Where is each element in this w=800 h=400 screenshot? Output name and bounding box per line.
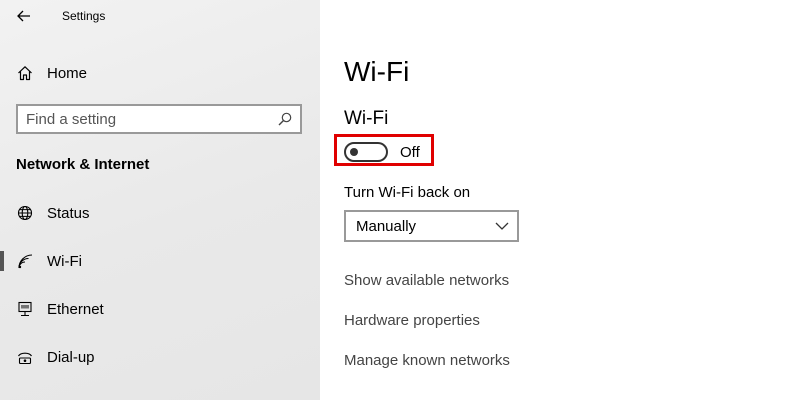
manage-known-networks-link[interactable]: Manage known networks xyxy=(344,352,510,369)
back-arrow-icon xyxy=(17,10,30,22)
hardware-properties-link[interactable]: Hardware properties xyxy=(344,312,480,329)
chevron-down-icon xyxy=(495,222,509,230)
sidebar: Settings Home Network & Internet xyxy=(0,0,320,400)
sidebar-item-dial-up[interactable]: Dial-up xyxy=(0,337,320,377)
main-content: Wi-Fi Wi-Fi Off Turn Wi-Fi back on Manua… xyxy=(320,0,800,400)
sidebar-item-status[interactable]: Status xyxy=(0,193,320,233)
sidebar-item-home[interactable]: Home xyxy=(0,53,320,93)
sidebar-item-label: Status xyxy=(47,204,90,222)
dial-up-icon xyxy=(16,348,34,366)
wifi-icon xyxy=(16,252,34,270)
section-heading: Network & Internet xyxy=(16,156,150,173)
search-input[interactable] xyxy=(26,110,266,128)
sidebar-item-label: Wi-Fi xyxy=(47,252,82,270)
sidebar-item-ethernet[interactable]: Ethernet xyxy=(0,289,320,329)
turn-back-on-dropdown[interactable]: Manually xyxy=(344,210,519,242)
wifi-toggle[interactable] xyxy=(344,142,388,162)
back-button[interactable] xyxy=(10,4,38,28)
toggle-state-label: Off xyxy=(400,144,420,161)
settings-window: Settings Home Network & Internet xyxy=(0,0,800,400)
globe-icon xyxy=(16,204,34,222)
dropdown-value: Manually xyxy=(356,218,417,235)
ethernet-icon xyxy=(16,300,34,318)
app-title: Settings xyxy=(62,9,106,23)
sidebar-item-label: Ethernet xyxy=(47,300,104,318)
wifi-heading: Wi-Fi xyxy=(344,108,389,129)
toggle-knob xyxy=(350,148,358,156)
sidebar-item-wifi[interactable]: Wi-Fi xyxy=(0,241,320,281)
title-bar: Settings xyxy=(0,0,320,34)
selection-indicator xyxy=(0,251,4,271)
search-field[interactable] xyxy=(16,104,302,134)
search-icon[interactable] xyxy=(278,112,292,126)
page-title: Wi-Fi xyxy=(344,56,410,87)
show-available-networks-link[interactable]: Show available networks xyxy=(344,272,509,289)
home-icon xyxy=(16,64,34,82)
turn-back-on-label: Turn Wi-Fi back on xyxy=(344,184,471,201)
sidebar-item-label: Dial-up xyxy=(47,348,95,366)
sidebar-item-label: Home xyxy=(47,64,88,82)
